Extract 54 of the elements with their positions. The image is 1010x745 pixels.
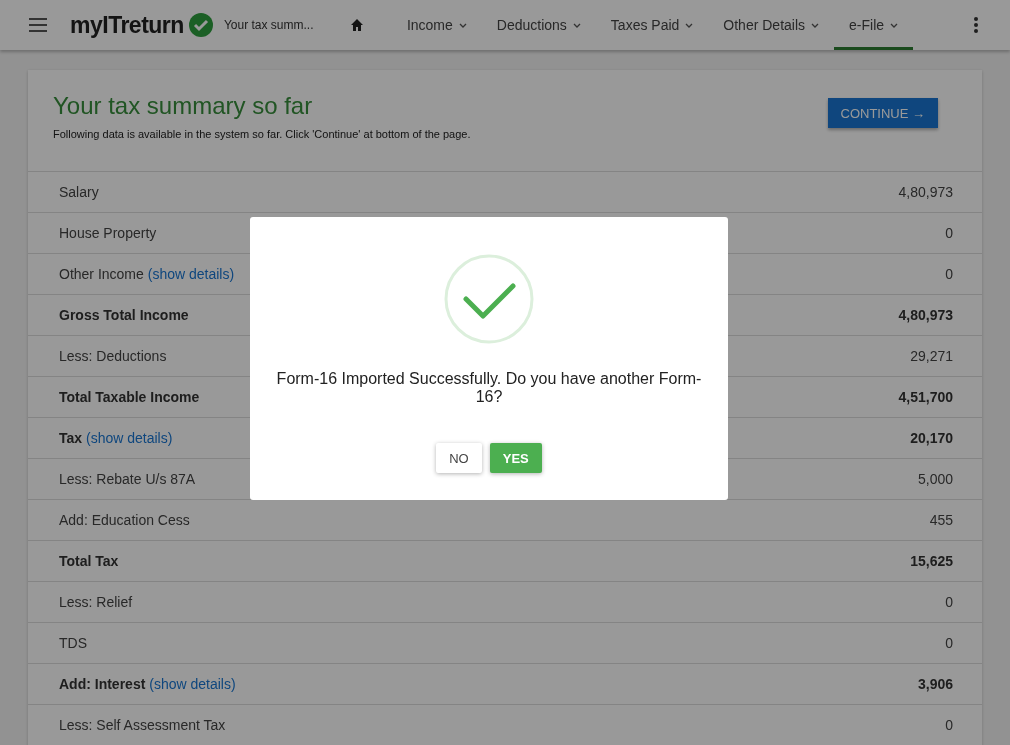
show-details-link[interactable]: (show details)	[86, 430, 173, 446]
row-value: 5,000	[917, 471, 953, 487]
nav-tab[interactable]: Deductions	[481, 0, 596, 50]
page-title: Your tax summ...	[223, 18, 315, 32]
nav-tab[interactable]: e-File	[834, 0, 914, 50]
show-details-link[interactable]: (show details)	[147, 266, 235, 282]
row-value: 0	[945, 717, 953, 733]
row-value: 455	[929, 512, 953, 528]
caret-icon	[890, 22, 899, 28]
row-value: 0	[945, 635, 953, 651]
caret-icon	[685, 22, 694, 28]
row-label: Less: Relief	[59, 594, 133, 610]
caret-icon	[572, 22, 581, 28]
dialog-message: Form-16 Imported Successfully. Do you have another Form-16?	[275, 370, 703, 406]
row-value: 0	[945, 594, 953, 610]
row-value: 0	[945, 266, 953, 282]
show-details-link[interactable]: (show details)	[149, 676, 236, 692]
row-value: 4,80,973	[898, 307, 953, 323]
row-label: Tax (show details)	[59, 430, 173, 446]
nav-tab[interactable]: Income	[391, 0, 482, 50]
caret-icon	[811, 22, 820, 28]
row-label: Other Income (show details)	[59, 266, 235, 282]
row-label: Less: Deductions	[59, 348, 167, 364]
row-value: 15,625	[910, 553, 953, 569]
no-button[interactable]: NO	[436, 443, 482, 473]
row-value: 4,80,973	[898, 184, 953, 200]
row-label: Add: Education Cess	[59, 512, 190, 528]
menu-icon[interactable]	[28, 17, 48, 33]
row-label: Less: Self Assessment Tax	[59, 717, 226, 733]
row-label: House Property	[59, 225, 157, 241]
yes-button[interactable]: YES	[489, 443, 542, 473]
row-value: 4,51,700	[898, 389, 953, 405]
caret-icon	[458, 22, 467, 28]
row-label: Salary	[59, 184, 99, 200]
summary-title: Your tax summary so far	[53, 92, 314, 120]
row-label: Add: Interest (show details)	[59, 676, 236, 692]
row-label: Total Taxable Income	[59, 389, 200, 405]
summary-subtitle: Following data is available in the system so far. Click 'Continue' at bottom of the page.	[53, 128, 471, 140]
row-value: 29,271	[910, 348, 953, 364]
nav-tab[interactable]: Taxes Paid	[595, 0, 709, 50]
nav-tab[interactable]: Other Details	[708, 0, 835, 50]
home-icon[interactable]	[349, 18, 364, 32]
row-value: 20,170	[910, 430, 953, 446]
row-value: 0	[945, 225, 953, 241]
success-check-icon	[444, 254, 534, 344]
row-label: TDS	[59, 635, 87, 651]
row-label: Total Tax	[59, 553, 119, 569]
check-badge-icon	[187, 12, 214, 38]
more-options-icon[interactable]	[974, 17, 978, 33]
row-label: Gross Total Income	[59, 307, 189, 323]
logo[interactable]: myITreturn	[70, 11, 184, 39]
continue-button[interactable]: CONTINUE →	[827, 98, 938, 128]
row-value: 3,906	[917, 676, 953, 692]
row-label: Less: Rebate U/s 87A	[59, 471, 196, 487]
